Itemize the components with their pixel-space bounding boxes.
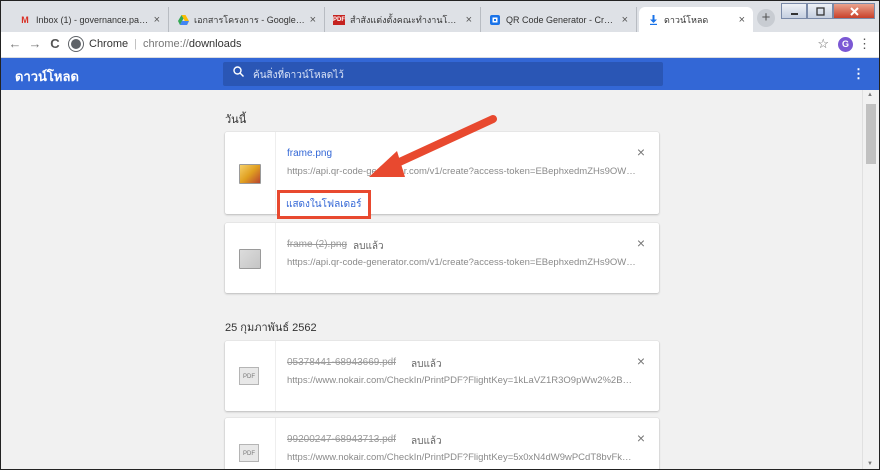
source-url[interactable]: https://www.nokair.com/CheckIn/PrintPDF?… [287,452,637,463]
tab-pdf-document[interactable]: PDF สำสังแต่งตั้งคณะทำงานโครงการสร้าง × [325,7,481,32]
remove-item-icon[interactable]: × [637,430,645,446]
image-file-icon [239,164,261,184]
status-label: ลบแล้ว [411,359,442,370]
browser-menu-icon[interactable]: ⋮ [858,36,871,52]
file-name: 99200247-68943713.pdf [287,434,396,445]
image-file-icon [239,249,261,269]
scroll-down-icon[interactable]: ▼ [867,461,873,467]
omnibox-url-path: downloads [188,38,242,50]
gmail-icon: M [21,14,29,25]
search-input[interactable]: ค้นสิ่งที่ดาวน์โหลดไว้ [223,62,663,86]
section-label: วันนี้ [225,114,247,126]
download-item: frame.png https://api.qr-code-generator.… [225,132,659,219]
forward-icon[interactable]: → [27,36,43,51]
close-icon[interactable]: × [154,14,160,26]
search-icon [233,66,244,80]
tab-strip: M Inbox (1) - governance.pacc@gm × เอกสา… [1,1,879,32]
omnibox-separator: | [134,38,137,50]
close-icon[interactable]: × [739,14,745,26]
scrollbar[interactable]: ▲ ▼ [862,90,879,469]
tab-title: QR Code Generator - Create QR [506,14,618,25]
minimize-icon[interactable] [781,3,807,19]
close-icon[interactable]: × [310,14,316,26]
window-close-icon[interactable] [833,3,875,19]
file-name-link[interactable]: frame.png [287,148,332,159]
page-title: ดาวน์โหลด [15,69,79,84]
tab-title: เอกสารโครงการ - Google Drive [194,14,306,25]
tab-title: ดาวน์โหลด [664,14,709,25]
divider [275,418,276,469]
reload-icon[interactable]: C [47,36,63,51]
remove-item-icon[interactable]: × [637,353,645,369]
status-label: ลบแล้ว [353,241,384,252]
search-placeholder: ค้นสิ่งที่ดาวน์โหลดไว้ [253,70,344,81]
pdf-file-icon: PDF [239,444,259,462]
source-url[interactable]: https://www.nokair.com/CheckIn/PrintPDF?… [287,375,637,386]
tab-gmail[interactable]: M Inbox (1) - governance.pacc@gm × [11,7,169,32]
source-url[interactable]: https://api.qr-code-generator.com/v1/cre… [287,166,637,177]
tab-downloads[interactable]: ดาวน์โหลด × [639,7,753,32]
omnibox-scheme-label: Chrome [89,38,129,50]
remove-item-icon[interactable]: × [637,144,645,160]
pdf-icon: PDF [333,14,345,25]
tab-google-drive[interactable]: เอกสารโครงการ - Google Drive × [169,7,325,32]
downloads-list: วันนี้ frame.png https://api.qr-code-gen… [1,90,863,469]
new-tab-button[interactable]: + [757,9,775,27]
source-url[interactable]: https://api.qr-code-generator.com/v1/cre… [287,257,637,268]
downloads-header: ดาวน์โหลด ค้นสิ่งที่ดาวน์โหลดไว้ ⋮ [1,58,879,90]
file-name: frame (2).png [287,239,348,250]
tab-title: สำสังแต่งตั้งคณะทำงานโครงการสร้าง [350,14,462,25]
omnibox[interactable]: Chrome | chrome:// downloads [69,37,241,51]
download-item: PDF 05378441-68943669.pdf ลบแล้ว https:/… [225,341,659,411]
maximize-icon[interactable] [807,3,833,19]
status-label: ลบแล้ว [411,436,442,447]
section-label: 25 กุมภาพันธ์ 2562 [225,322,317,334]
back-icon[interactable]: ← [7,36,23,51]
close-icon[interactable]: × [466,14,472,26]
scrollbar-thumb[interactable] [866,104,876,164]
qr-icon [489,14,501,25]
pdf-file-icon: PDF [239,367,259,385]
show-in-folder-button[interactable]: แสดงในโฟลเดอร์ [277,190,371,219]
downloads-menu-icon[interactable]: ⋮ [852,66,865,82]
google-drive-icon [177,14,189,25]
divider [275,223,276,293]
file-name: 05378441-68943669.pdf [287,357,396,368]
window-controls [781,3,875,19]
bookmark-star-icon[interactable]: ☆ [817,36,829,52]
divider [275,341,276,411]
chrome-icon [69,37,83,51]
tab-qr-generator[interactable]: QR Code Generator - Create QR × [481,7,637,32]
browser-toolbar: ← → C Chrome | chrome:// downloads ☆ G ⋮ [1,32,879,58]
divider [275,132,276,214]
scroll-up-icon[interactable]: ▲ [867,92,873,98]
remove-item-icon[interactable]: × [637,235,645,251]
download-item: frame (2).png ลบแล้ว https://api.qr-code… [225,223,659,293]
download-icon [647,14,659,25]
browser-window: M Inbox (1) - governance.pacc@gm × เอกสา… [0,0,880,470]
profile-avatar[interactable]: G [838,37,853,52]
download-item: PDF 99200247-68943713.pdf ลบแล้ว https:/… [225,418,659,469]
omnibox-url-prefix: chrome:// [142,38,189,50]
close-icon[interactable]: × [622,14,628,26]
tab-title: Inbox (1) - governance.pacc@gm [36,14,150,25]
